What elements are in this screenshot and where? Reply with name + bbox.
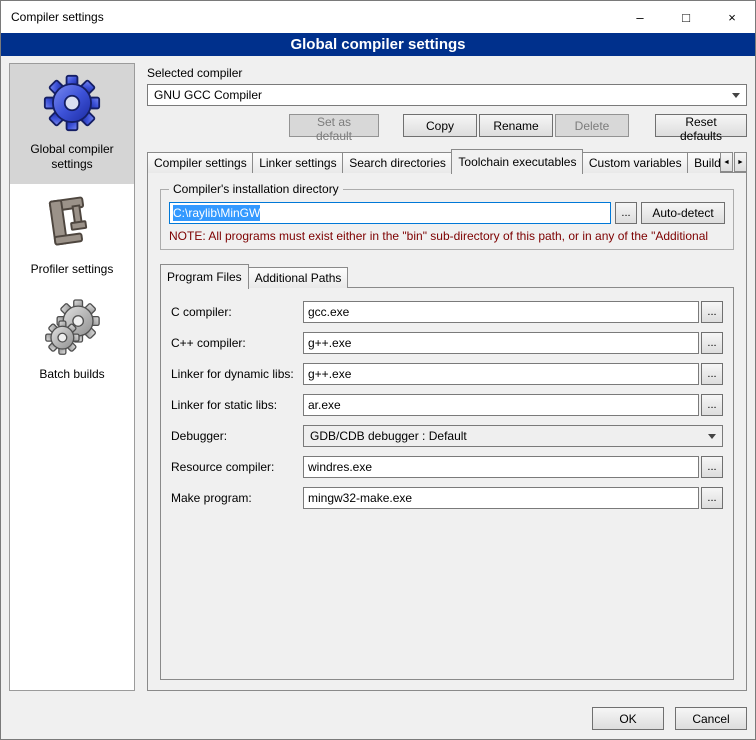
main-panel: Selected compiler GNU GCC Compiler Set a… bbox=[135, 56, 755, 699]
window-title: Compiler settings bbox=[1, 10, 104, 24]
gears-gray-icon bbox=[44, 299, 100, 357]
compiler-settings-dialog: Compiler settings – □ × Global compiler … bbox=[0, 0, 756, 740]
tab-toolchain-executables[interactable]: Toolchain executables bbox=[451, 149, 582, 174]
chevron-down-icon bbox=[732, 93, 740, 98]
sidebar-item-label: Global compiler settings bbox=[14, 142, 130, 172]
linker-dynamic-label: Linker for dynamic libs: bbox=[171, 367, 303, 381]
linker-static-input[interactable] bbox=[303, 394, 699, 416]
cpp-compiler-label: C++ compiler: bbox=[171, 336, 303, 350]
sidebar-item-label: Profiler settings bbox=[14, 262, 130, 277]
form-row-c-compiler: C compiler: ... bbox=[171, 301, 723, 323]
selected-compiler-value: GNU GCC Compiler bbox=[154, 88, 262, 102]
make-program-browse-button[interactable]: ... bbox=[701, 487, 723, 509]
tab-scroll-buttons: ◄ ► bbox=[720, 152, 747, 173]
cpp-compiler-input[interactable] bbox=[303, 332, 699, 354]
selected-text: C:\raylib\MinGW bbox=[173, 205, 260, 221]
linker-dynamic-browse-button[interactable]: ... bbox=[701, 363, 723, 385]
settings-tabstrip: Compiler settings Linker settings Search… bbox=[147, 149, 747, 173]
form-row-linker-static: Linker for static libs: ... bbox=[171, 394, 723, 416]
make-program-label: Make program: bbox=[171, 491, 303, 505]
page-title: Global compiler settings bbox=[1, 33, 755, 56]
tab-custom-variables[interactable]: Custom variables bbox=[582, 152, 688, 173]
selected-compiler-combobox[interactable]: GNU GCC Compiler bbox=[147, 84, 747, 106]
resource-compiler-browse-button[interactable]: ... bbox=[701, 456, 723, 478]
compiler-buttons-row: Set as default Copy Rename Delete Reset … bbox=[147, 114, 747, 137]
cpp-compiler-browse-button[interactable]: ... bbox=[701, 332, 723, 354]
tab-compiler-settings[interactable]: Compiler settings bbox=[147, 152, 253, 173]
make-program-input[interactable] bbox=[303, 487, 699, 509]
debugger-select[interactable]: GDB/CDB debugger : Default bbox=[303, 425, 723, 447]
cancel-button[interactable]: Cancel bbox=[675, 707, 747, 730]
tab-program-files[interactable]: Program Files bbox=[160, 264, 249, 289]
dialog-footer: OK Cancel bbox=[1, 699, 755, 739]
copy-button[interactable]: Copy bbox=[403, 114, 477, 137]
form-row-linker-dynamic: Linker for dynamic libs: ... bbox=[171, 363, 723, 385]
profiler-tool-icon bbox=[43, 191, 101, 255]
debugger-label: Debugger: bbox=[171, 429, 303, 443]
sidebar-item-batch-builds[interactable]: Batch builds bbox=[10, 289, 134, 394]
auto-detect-button[interactable]: Auto-detect bbox=[641, 202, 725, 224]
delete-button[interactable]: Delete bbox=[555, 114, 629, 137]
set-as-default-button[interactable]: Set as default bbox=[289, 114, 379, 137]
form-row-resource-compiler: Resource compiler: ... bbox=[171, 456, 723, 478]
sidebar-item-global-compiler-settings[interactable]: Global compiler settings bbox=[10, 64, 134, 184]
installation-directory-browse-button[interactable]: ... bbox=[615, 202, 637, 224]
debugger-value: GDB/CDB debugger : Default bbox=[310, 429, 467, 443]
tab-build-options[interactable]: Build bbox=[687, 152, 721, 173]
tab-additional-paths[interactable]: Additional Paths bbox=[248, 267, 349, 288]
chevron-down-icon bbox=[708, 434, 716, 439]
selected-compiler-label: Selected compiler bbox=[147, 66, 747, 80]
linker-dynamic-input[interactable] bbox=[303, 363, 699, 385]
resource-compiler-label: Resource compiler: bbox=[171, 460, 303, 474]
program-files-panel: C compiler: ... C++ compiler: ... Linker… bbox=[160, 287, 734, 680]
reset-defaults-button[interactable]: Reset defaults bbox=[655, 114, 747, 137]
form-row-make-program: Make program: ... bbox=[171, 487, 723, 509]
minimize-button[interactable]: – bbox=[617, 1, 663, 33]
form-row-debugger: Debugger: GDB/CDB debugger : Default bbox=[171, 425, 723, 447]
sidebar-item-profiler-settings[interactable]: Profiler settings bbox=[10, 184, 134, 289]
dialog-content: Global compiler settings Profiler settin… bbox=[1, 56, 755, 699]
maximize-button[interactable]: □ bbox=[663, 1, 709, 33]
note-text: NOTE: All programs must exist either in … bbox=[169, 229, 725, 243]
rename-button[interactable]: Rename bbox=[479, 114, 553, 137]
tab-scroll-left-icon[interactable]: ◄ bbox=[720, 152, 733, 172]
c-compiler-input[interactable] bbox=[303, 301, 699, 323]
window-controls: – □ × bbox=[617, 1, 755, 33]
installation-directory-row: C:\raylib\MinGW ... Auto-detect bbox=[169, 202, 725, 224]
titlebar[interactable]: Compiler settings – □ × bbox=[1, 1, 755, 33]
tab-search-directories[interactable]: Search directories bbox=[342, 152, 452, 173]
installation-directory-groupbox: Compiler's installation directory C:\ray… bbox=[160, 189, 734, 250]
settings-sidebar: Global compiler settings Profiler settin… bbox=[9, 63, 135, 691]
linker-static-label: Linker for static libs: bbox=[171, 398, 303, 412]
c-compiler-label: C compiler: bbox=[171, 305, 303, 319]
gear-blue-icon bbox=[43, 74, 101, 132]
ok-button[interactable]: OK bbox=[592, 707, 664, 730]
tab-linker-settings[interactable]: Linker settings bbox=[252, 152, 343, 173]
form-row-cpp-compiler: C++ compiler: ... bbox=[171, 332, 723, 354]
linker-static-browse-button[interactable]: ... bbox=[701, 394, 723, 416]
tab-scroll-right-icon[interactable]: ► bbox=[734, 152, 747, 172]
c-compiler-browse-button[interactable]: ... bbox=[701, 301, 723, 323]
close-button[interactable]: × bbox=[709, 1, 755, 33]
resource-compiler-input[interactable] bbox=[303, 456, 699, 478]
program-files-tabstrip: Program Files Additional Paths bbox=[160, 264, 734, 288]
installation-directory-input[interactable]: C:\raylib\MinGW bbox=[169, 202, 611, 224]
toolchain-executables-panel: Compiler's installation directory C:\ray… bbox=[147, 172, 747, 691]
sidebar-item-label: Batch builds bbox=[14, 367, 130, 382]
groupbox-title: Compiler's installation directory bbox=[169, 182, 343, 196]
